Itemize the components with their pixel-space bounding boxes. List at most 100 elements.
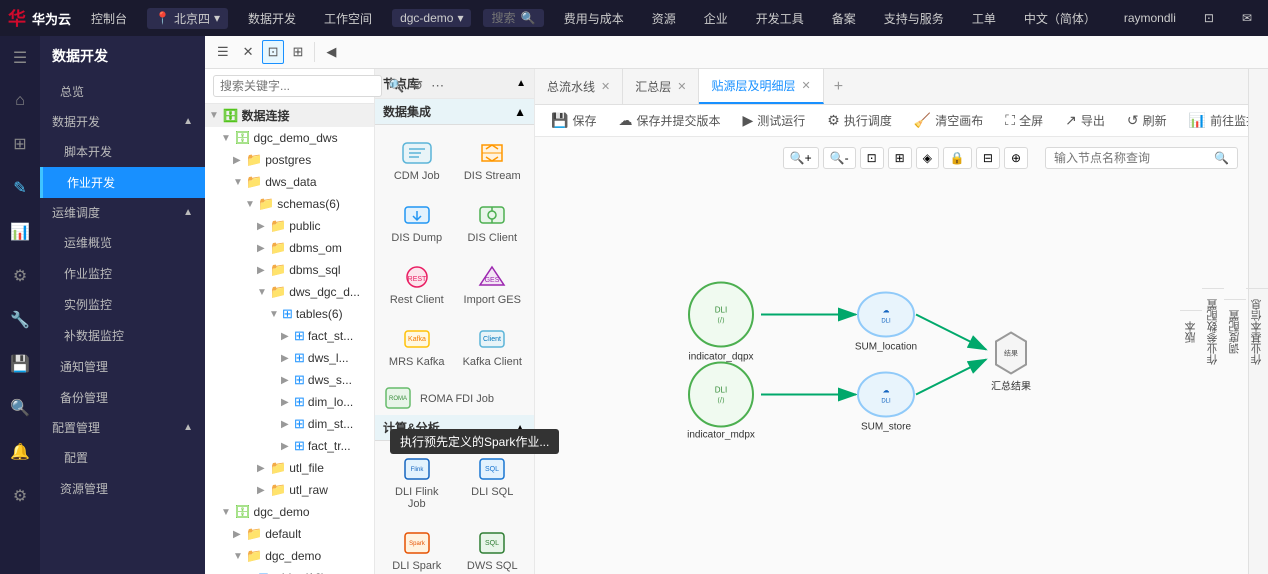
node-library-collapse-icon[interactable]: ▲ [516, 78, 526, 89]
fullscreen-button[interactable]: ⛶ 全屏 [997, 109, 1051, 132]
tree-node-fact-tr[interactable]: ▶ ⊞ fact_tr... [205, 435, 374, 457]
sidebar-ops-icon[interactable]: ⚙ [9, 262, 31, 290]
tree-node-tables16[interactable]: ▼ ⊞ tables(16) [205, 567, 374, 574]
node-dli-sql[interactable]: SQL DLI SQL [457, 447, 529, 517]
nav-instance-monitor[interactable]: 实例监控 [40, 289, 205, 320]
nav-resource[interactable]: 资源 [644, 6, 684, 31]
zoom-in-btn[interactable]: 🔍+ [783, 147, 819, 169]
section-data-integration[interactable]: 数据集成 ▲ [375, 99, 534, 125]
tree-search-btn[interactable]: 🔍 [386, 76, 406, 96]
nav-config[interactable]: 配置 [40, 442, 205, 473]
tab-close-icon[interactable]: ✕ [801, 79, 810, 92]
grid-btn[interactable]: ⊟ [976, 147, 1000, 169]
tree-node-dws-data[interactable]: ▼ 📁 dws_data [205, 171, 374, 193]
lock-btn[interactable]: 🔒 [943, 147, 972, 169]
list-view-btn[interactable]: ☰ [211, 40, 235, 64]
nav-config-section[interactable]: 配置管理 ▲ [40, 413, 205, 442]
tab-close-icon[interactable]: ✕ [601, 80, 610, 93]
canvas-search-input[interactable] [1054, 151, 1214, 165]
tree-more-btn[interactable]: ⋯ [429, 76, 446, 96]
sidebar-search-icon[interactable]: 🔍 [6, 394, 34, 422]
tree-node-dws-s[interactable]: ▶ ⊞ dws_s... [205, 369, 374, 391]
node-cdm-job[interactable]: CDM Job [381, 131, 453, 189]
monitor-button[interactable]: 📊 前往监控 [1181, 109, 1248, 132]
sidebar-menu-icon[interactable]: ☰ [9, 44, 31, 72]
nav-resource-mgmt[interactable]: 资源管理 [40, 473, 205, 504]
tree-node-dbms-om[interactable]: ▶ 📁 dbms_om [205, 237, 374, 259]
right-sidebar-job-params[interactable]: 作业参数配置 [1202, 288, 1224, 375]
right-sidebar-schedule-config[interactable]: 调度配置 [1224, 299, 1246, 364]
nav-notify[interactable]: 通知管理 [40, 351, 205, 382]
right-sidebar-version[interactable]: 版本 [1180, 310, 1202, 353]
save-submit-button[interactable]: ☁ 保存并提交版本 [610, 109, 728, 132]
tree-node-utl-file[interactable]: ▶ 📁 utl_file [205, 457, 374, 479]
node-import-ges[interactable]: GES Import GES [457, 255, 529, 313]
refresh-button[interactable]: ↺ 刷新 [1119, 109, 1175, 132]
node-mrs-kafka[interactable]: Kafka MRS Kafka [381, 317, 453, 375]
nav-backup[interactable]: 备份管理 [40, 382, 205, 413]
node-rest-client[interactable]: REST Rest Client [381, 255, 453, 313]
test-run-button[interactable]: ▶ 测试运行 [734, 109, 813, 132]
tree-node-public[interactable]: ▶ 📁 public [205, 215, 374, 237]
nav-cost[interactable]: 费用与成本 [556, 6, 632, 31]
tree-node-default[interactable]: ▶ 📁 default [205, 523, 374, 545]
nav-job-dev[interactable]: 作业开发 [40, 167, 205, 198]
tree-node-fact-st[interactable]: ▶ ⊞ fact_st... [205, 325, 374, 347]
sidebar-config-icon[interactable]: 🔧 [6, 306, 34, 334]
sidebar-code-icon[interactable]: ✎ [9, 174, 30, 202]
nav-overview[interactable]: 总览 [40, 76, 205, 107]
nav-mail-icon[interactable]: ✉ [1234, 7, 1260, 29]
tree-node-utl-raw[interactable]: ▶ 📁 utl_raw [205, 479, 374, 501]
sidebar-monitor-icon[interactable]: 📊 [6, 218, 34, 246]
tree-node-dws-dgc[interactable]: ▼ 📁 dws_dgc_d... [205, 281, 374, 303]
node-dli-flink[interactable]: Flink DLI Flink Job [381, 447, 453, 517]
tree-node-dgc-demo-dws[interactable]: ▼ 🗄 dgc_demo_dws [205, 127, 374, 149]
sidebar-database-icon[interactable]: ⊞ [9, 130, 30, 158]
node-dis-client[interactable]: DIS Client [457, 193, 529, 251]
zoom-out-btn[interactable]: 🔍- [823, 147, 856, 169]
tree-node-postgres[interactable]: ▶ 📁 postgres [205, 149, 374, 171]
nav-backfill-monitor[interactable]: 补数据监控 [40, 320, 205, 351]
tree-node-dws-l[interactable]: ▶ ⊞ dws_l... [205, 347, 374, 369]
tree-refresh-btn[interactable]: ↺ [410, 76, 425, 96]
nav-workspace[interactable]: 工作空间 [316, 6, 380, 31]
nav-data-dev-section[interactable]: 数据开发 ▲ [40, 107, 205, 136]
nav-data-dev[interactable]: 数据开发 [240, 6, 304, 31]
nav-filing[interactable]: 备案 [824, 6, 864, 31]
tree-search-input[interactable] [213, 75, 382, 97]
close-view-btn[interactable]: ✕ [237, 40, 260, 64]
nav-language[interactable]: 中文（简体） [1016, 6, 1104, 31]
tree-node-dim-st[interactable]: ▶ ⊞ dim_st... [205, 413, 374, 435]
nav-support[interactable]: 支持与服务 [876, 6, 952, 31]
sidebar-home-icon[interactable]: ⌂ [11, 88, 29, 114]
tab-summary-layer[interactable]: 汇总层 ✕ [623, 69, 699, 104]
node-dis-dump[interactable]: DIS Dump [381, 193, 453, 251]
layout-view-btn[interactable]: ⊡ [262, 40, 285, 64]
node-dis-stream[interactable]: DIS Stream [457, 131, 529, 189]
location-selector[interactable]: 📍 北京四 ▾ [147, 8, 228, 29]
tree-node-dgc-demo[interactable]: ▼ 🗄 dgc_demo [205, 501, 374, 523]
schedule-run-button[interactable]: ⚙ 执行调度 [819, 109, 900, 132]
tab-close-icon[interactable]: ✕ [677, 80, 686, 93]
tree-node-dbms-sql[interactable]: ▶ 📁 dbms_sql [205, 259, 374, 281]
zoom-reset-btn[interactable]: ⊞ [888, 147, 912, 169]
clear-canvas-button[interactable]: 🧹 清空画布 [906, 109, 991, 132]
nav-ops-section[interactable]: 运维调度 ▲ [40, 198, 205, 227]
global-search-bar[interactable]: 🔍 [483, 9, 543, 27]
canvas-search[interactable]: 🔍 [1045, 147, 1238, 169]
nav-user[interactable]: raymondli [1116, 7, 1184, 29]
zoom-fit-btn[interactable]: ⊡ [860, 147, 884, 169]
nav-job-monitor[interactable]: 作业监控 [40, 258, 205, 289]
tree-node-dim-lo[interactable]: ▶ ⊞ dim_lo... [205, 391, 374, 413]
tab-add-btn[interactable]: + [824, 78, 853, 96]
tab-general-pipeline[interactable]: 总流水线 ✕ [535, 69, 623, 104]
tab-detail-layer[interactable]: 贴源层及明细层 ✕ [699, 69, 823, 104]
export-button[interactable]: ↗ 导出 [1057, 109, 1113, 132]
sidebar-notify-icon[interactable]: 🔔 [6, 438, 34, 466]
node-kafka-client[interactable]: Client Kafka Client [457, 317, 529, 375]
table-view-btn[interactable]: ⊞ [286, 40, 309, 64]
node-dws-sql[interactable]: SQL DWS SQL [457, 521, 529, 574]
tree-node-tables6[interactable]: ▼ ⊞ tables(6) [205, 303, 374, 325]
nav-console[interactable]: 控制台 [83, 6, 135, 31]
nav-screen-icon[interactable]: ⊡ [1196, 7, 1222, 29]
